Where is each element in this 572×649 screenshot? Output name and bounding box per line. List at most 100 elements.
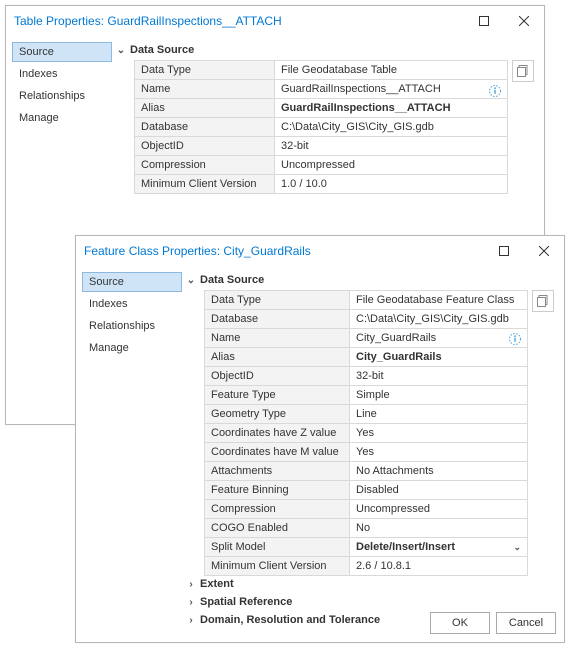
- property-key: ObjectID: [205, 367, 350, 386]
- property-value: Yes: [350, 424, 528, 443]
- property-value: 32-bit: [275, 137, 508, 156]
- table-row: DatabaseC:\Data\City_GIS\City_GIS.gdb: [205, 310, 528, 329]
- property-key: Coordinates have M value: [205, 443, 350, 462]
- section-header-extent[interactable]: › Extent: [186, 576, 558, 594]
- property-key: Minimum Client Version: [135, 175, 275, 194]
- table-row: Feature TypeSimple: [205, 386, 528, 405]
- titlebar: Table Properties: GuardRailInspections__…: [6, 6, 544, 36]
- window-title: Feature Class Properties: City_GuardRail…: [84, 244, 484, 258]
- table-row: AliasCity_GuardRails: [205, 348, 528, 367]
- property-value: C:\Data\City_GIS\City_GIS.gdb: [275, 118, 508, 137]
- table-row: Minimum Client Version1.0 / 10.0: [135, 175, 508, 194]
- property-key: Database: [135, 118, 275, 137]
- sidebar-item-relationships[interactable]: Relationships: [82, 316, 182, 336]
- table-row: AliasGuardRailInspections__ATTACH: [135, 99, 508, 118]
- table-row: COGO EnabledNo: [205, 519, 528, 538]
- table-row: NameCity_GuardRails: [205, 329, 528, 348]
- property-key: Feature Binning: [205, 481, 350, 500]
- property-key: Compression: [205, 500, 350, 519]
- table-row: Split ModelDelete/Insert/Insert⌄: [205, 538, 528, 557]
- sidebar-item-indexes[interactable]: Indexes: [12, 64, 112, 84]
- section-title: Data Source: [130, 44, 194, 56]
- property-value: Line: [350, 405, 528, 424]
- section-title: Domain, Resolution and Tolerance: [200, 614, 380, 626]
- table-row: DatabaseC:\Data\City_GIS\City_GIS.gdb: [135, 118, 508, 137]
- property-value: GuardRailInspections__ATTACH: [275, 80, 508, 99]
- property-key: Database: [205, 310, 350, 329]
- property-value: Disabled: [350, 481, 528, 500]
- section-header-data-source[interactable]: ⌄ Data Source: [116, 42, 538, 60]
- properties-table: Data TypeFile Geodatabase TableNameGuard…: [134, 60, 508, 194]
- property-value: No Attachments: [350, 462, 528, 481]
- cancel-button[interactable]: Cancel: [496, 612, 556, 634]
- property-key: Data Type: [135, 61, 275, 80]
- property-value: C:\Data\City_GIS\City_GIS.gdb: [350, 310, 528, 329]
- close-button[interactable]: [504, 6, 544, 36]
- copy-button[interactable]: [512, 60, 534, 82]
- property-key: Split Model: [205, 538, 350, 557]
- sidebar-item-relationships[interactable]: Relationships: [12, 86, 112, 106]
- property-value: File Geodatabase Feature Class: [350, 291, 528, 310]
- property-value: 1.0 / 10.0: [275, 175, 508, 194]
- property-value: Simple: [350, 386, 528, 405]
- table-row: NameGuardRailInspections__ATTACH: [135, 80, 508, 99]
- sidebar-item-manage[interactable]: Manage: [82, 338, 182, 358]
- property-value: 32-bit: [350, 367, 528, 386]
- property-key: Compression: [135, 156, 275, 175]
- sidebar-item-indexes[interactable]: Indexes: [82, 294, 182, 314]
- property-key: Name: [205, 329, 350, 348]
- dialog-footer: OK Cancel: [430, 612, 556, 634]
- chevron-down-icon: ⌄: [116, 45, 126, 56]
- info-icon[interactable]: [488, 84, 502, 98]
- table-row: Minimum Client Version2.6 / 10.8.1: [205, 557, 528, 576]
- properties-table: Data TypeFile Geodatabase Feature ClassD…: [204, 290, 528, 576]
- table-row: CompressionUncompressed: [205, 500, 528, 519]
- property-value: City_GuardRails: [350, 348, 528, 367]
- titlebar: Feature Class Properties: City_GuardRail…: [76, 236, 564, 266]
- property-key: Feature Type: [205, 386, 350, 405]
- maximize-button[interactable]: [484, 236, 524, 266]
- chevron-right-icon: ›: [186, 579, 196, 590]
- info-icon[interactable]: [508, 332, 522, 346]
- property-key: Attachments: [205, 462, 350, 481]
- table-row: CompressionUncompressed: [135, 156, 508, 175]
- table-row: Data TypeFile Geodatabase Table: [135, 61, 508, 80]
- section-title: Spatial Reference: [200, 596, 292, 608]
- table-row: ObjectID32-bit: [205, 367, 528, 386]
- table-row: AttachmentsNo Attachments: [205, 462, 528, 481]
- chevron-down-icon: ⌄: [513, 542, 521, 553]
- property-value: Uncompressed: [350, 500, 528, 519]
- section-header-data-source[interactable]: ⌄ Data Source: [186, 272, 558, 290]
- section-header-spatial-reference[interactable]: › Spatial Reference: [186, 594, 558, 612]
- table-row: Coordinates have M valueYes: [205, 443, 528, 462]
- copy-button[interactable]: [532, 290, 554, 312]
- property-value: Yes: [350, 443, 528, 462]
- table-row: Coordinates have Z valueYes: [205, 424, 528, 443]
- window-title: Table Properties: GuardRailInspections__…: [14, 14, 464, 28]
- property-value: No: [350, 519, 528, 538]
- section-title: Extent: [200, 578, 234, 590]
- content-area: ⌄ Data Source Data TypeFile Geodatabase …: [186, 266, 564, 642]
- property-key: ObjectID: [135, 137, 275, 156]
- property-key: COGO Enabled: [205, 519, 350, 538]
- property-value: Uncompressed: [275, 156, 508, 175]
- property-key: Coordinates have Z value: [205, 424, 350, 443]
- property-key: Geometry Type: [205, 405, 350, 424]
- table-row: Feature BinningDisabled: [205, 481, 528, 500]
- chevron-down-icon: ⌄: [186, 275, 196, 286]
- sidebar-item-manage[interactable]: Manage: [12, 108, 112, 128]
- sidebar: SourceIndexesRelationshipsManage: [76, 266, 186, 642]
- property-value: File Geodatabase Table: [275, 61, 508, 80]
- maximize-button[interactable]: [464, 6, 504, 36]
- property-value: 2.6 / 10.8.1: [350, 557, 528, 576]
- close-button[interactable]: [524, 236, 564, 266]
- property-value: City_GuardRails: [350, 329, 528, 348]
- property-value[interactable]: Delete/Insert/Insert⌄: [350, 538, 528, 557]
- sidebar-item-source[interactable]: Source: [12, 42, 112, 62]
- property-key: Data Type: [205, 291, 350, 310]
- property-key: Alias: [135, 99, 275, 118]
- sidebar-item-source[interactable]: Source: [82, 272, 182, 292]
- chevron-right-icon: ›: [186, 615, 196, 626]
- chevron-right-icon: ›: [186, 597, 196, 608]
- ok-button[interactable]: OK: [430, 612, 490, 634]
